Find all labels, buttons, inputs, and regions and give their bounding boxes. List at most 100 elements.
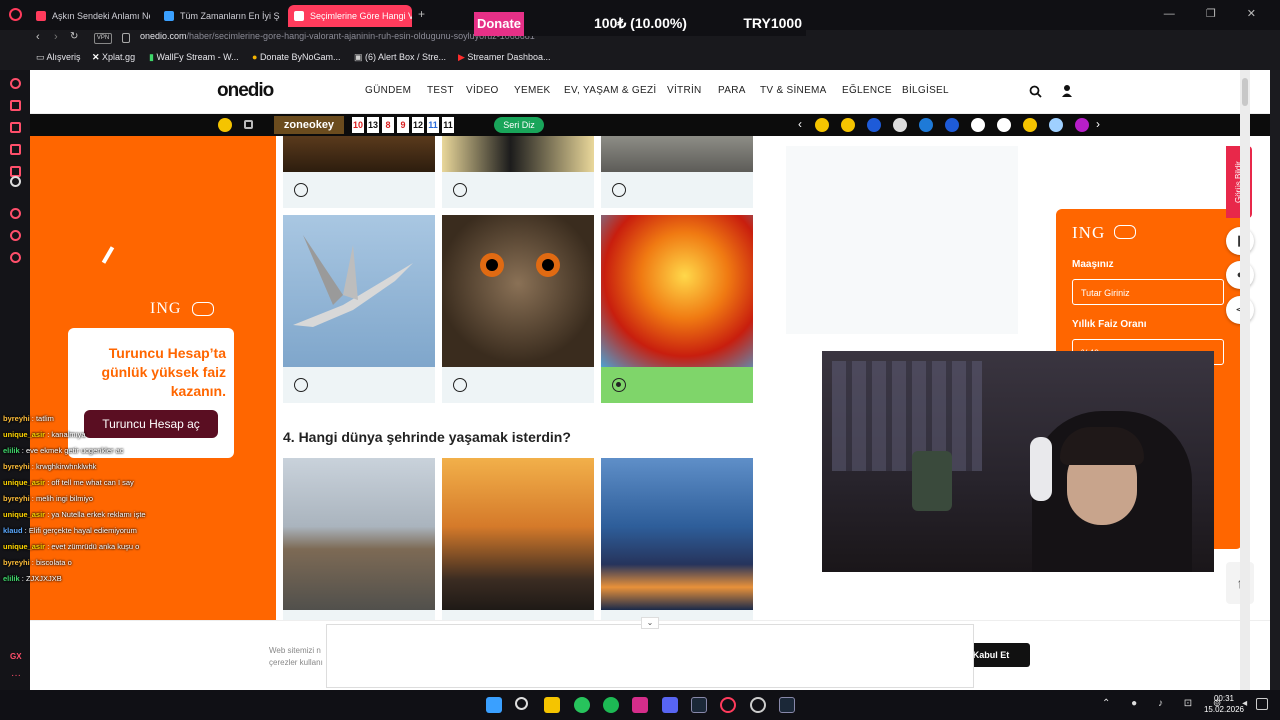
search-icon[interactable] [515, 697, 528, 710]
nav-gundem[interactable]: GÜNDEM [365, 85, 411, 96]
page-scrollbar[interactable] [1240, 70, 1250, 690]
bookmark-alert-box[interactable]: ▣ (6) Alert Box / Stre... [354, 52, 446, 63]
team-badge-icon[interactable] [919, 118, 933, 132]
option-radio-selected[interactable] [612, 378, 626, 392]
seri-diz-button[interactable]: Seri Diz [494, 117, 544, 133]
vpn-badge[interactable]: VPN [94, 33, 112, 44]
team-badge-icon[interactable] [945, 118, 959, 132]
sidebar-chatgpt-icon[interactable] [10, 176, 21, 187]
scrollbar-thumb[interactable] [1242, 78, 1248, 106]
windows-taskbar: ⌃ ● ♪ ⊡ ⊚ ◂ 00:31 15.02.2026 [0, 690, 1280, 720]
tab-1[interactable]: Aşkın Sendeki Anlamı Ne? [30, 5, 150, 27]
search-icon[interactable] [1029, 85, 1042, 98]
quiz-option-bear[interactable] [283, 136, 435, 208]
onedio-logo[interactable]: onedio [217, 80, 274, 102]
sidebar-pinboard-icon[interactable] [10, 144, 21, 155]
reload-icon[interactable]: ↻ [70, 31, 78, 42]
bookmark-folder-alisveris[interactable]: ▭ Alışveriş [36, 52, 81, 63]
ok-badge-icon[interactable] [997, 118, 1011, 132]
team-badge-icon[interactable] [867, 118, 881, 132]
chevron-left-icon[interactable]: ‹ [798, 117, 802, 131]
team-badge-icon[interactable] [893, 118, 907, 132]
option-image [283, 458, 435, 610]
chat-username: byreyhi [3, 558, 30, 567]
gx-icon[interactable]: GX [10, 652, 22, 661]
team-badge-icon[interactable] [971, 118, 985, 132]
nav-bilgisel[interactable]: BİLGİSEL [902, 85, 949, 96]
chevron-down-icon[interactable]: ⌄ [641, 617, 659, 629]
new-tab-button[interactable]: + [418, 7, 425, 21]
quiz-option-dragon[interactable] [442, 136, 594, 208]
sidebar-settings-icon[interactable] [10, 252, 21, 263]
back-icon[interactable]: ‹ [36, 31, 40, 43]
quiz-option-owl[interactable] [442, 215, 594, 403]
bookmark-wallfy[interactable]: ▮ WallFy Stream - W... [149, 52, 239, 63]
salary-input[interactable]: Tutar Giriniz [1072, 279, 1224, 305]
whatsapp-icon[interactable] [574, 697, 590, 713]
nav-yemek[interactable]: YEMEK [514, 85, 551, 96]
tab-3-active[interactable]: Seçimlerine Göre Hangi Va [288, 5, 412, 27]
bookmark-streamer-dashboard[interactable]: ▶ Streamer Dashboa... [458, 52, 550, 63]
notification-icon[interactable] [1256, 698, 1268, 710]
nav-eglence[interactable]: EĞLENCE [842, 85, 892, 96]
more-icon[interactable]: ··· [11, 670, 21, 681]
quiz-option-crane[interactable] [283, 215, 435, 403]
opera-logo-icon[interactable] [9, 8, 22, 21]
ing-side-ad[interactable]: ING Turuncu Hesap’ta günlük yüksek faiz … [30, 136, 276, 690]
nav-test[interactable]: TEST [427, 85, 454, 96]
system-clock[interactable]: 00:31 15.02.2026 [1204, 693, 1244, 715]
emoji-happy-icon[interactable] [841, 118, 855, 132]
forward-icon[interactable]: › [54, 31, 58, 43]
emoji-face-icon[interactable] [1023, 118, 1037, 132]
bookmark-label: (6) Alert Box / Stre... [365, 52, 447, 62]
option-radio[interactable] [294, 183, 308, 197]
quiz-option-moscow[interactable] [283, 458, 435, 620]
donate-favicon-icon: ● [252, 52, 260, 62]
turuncu-hesap-button[interactable]: Turuncu Hesap aç [84, 410, 218, 438]
chat-text: evet zümrüdü anka kuşu o [51, 542, 140, 551]
option-radio[interactable] [612, 183, 626, 197]
discord-icon[interactable] [662, 697, 678, 713]
smiley-icon[interactable] [218, 118, 232, 132]
tab-2[interactable]: Tüm Zamanların En İyi Şarkı [158, 5, 280, 27]
shelf-decor [832, 361, 982, 471]
chevron-right-icon[interactable]: › [1096, 117, 1100, 131]
obs-icon[interactable] [750, 697, 766, 713]
option-radio[interactable] [294, 378, 308, 392]
sidebar-history-icon[interactable] [10, 100, 21, 111]
okey-tile: 11 [427, 117, 439, 133]
user-icon[interactable] [1061, 84, 1073, 97]
spotify-icon[interactable] [603, 697, 619, 713]
window-controls[interactable]: — ❐ ✕ [1164, 7, 1270, 20]
snowflake-icon[interactable] [1049, 118, 1063, 132]
sidebar-clock-icon[interactable] [10, 208, 21, 219]
quiz-option-istanbul[interactable] [442, 458, 594, 620]
option-radio[interactable] [453, 183, 467, 197]
quiz-option-seoul[interactable] [601, 458, 753, 620]
steam-icon[interactable] [779, 697, 795, 713]
file-explorer-icon[interactable] [544, 697, 560, 713]
windows-start-icon[interactable] [486, 697, 502, 713]
sidebar-extensions-icon[interactable] [10, 230, 21, 241]
bookmark-xplat[interactable]: ✕ Xplat.gg [92, 52, 135, 63]
emoji-sad-icon[interactable] [815, 118, 829, 132]
instagram-icon[interactable] [632, 697, 648, 713]
steam-icon[interactable] [691, 697, 707, 713]
nav-vitrin[interactable]: VİTRİN [667, 85, 702, 96]
chat-text: eve ekmek getir ucgenkler ac [25, 446, 124, 455]
nav-tv-sinema[interactable]: TV & SİNEMA [760, 85, 827, 96]
sidebar-bag-icon[interactable] [10, 122, 21, 133]
sidebar-messenger-icon[interactable] [10, 78, 21, 89]
chat-username: unique_asir [3, 542, 46, 551]
quiz-option-phoenix-selected[interactable] [601, 215, 753, 403]
nav-ev-yasam-gezi[interactable]: EV, YAŞAM & GEZİ [564, 85, 656, 96]
option-radio[interactable] [453, 378, 467, 392]
quiz-option-wolf[interactable] [601, 136, 753, 208]
nav-video[interactable]: VİDEO [466, 85, 499, 96]
nav-para[interactable]: PARA [718, 85, 746, 96]
game-badge-icon[interactable] [1075, 118, 1089, 132]
opera-gx-icon[interactable] [720, 697, 736, 713]
menu-icon[interactable] [244, 120, 253, 129]
zoneokey-logo[interactable]: zoneokey [274, 116, 344, 134]
bookmark-donate[interactable]: ● Donate ByNoGam... [252, 52, 340, 62]
